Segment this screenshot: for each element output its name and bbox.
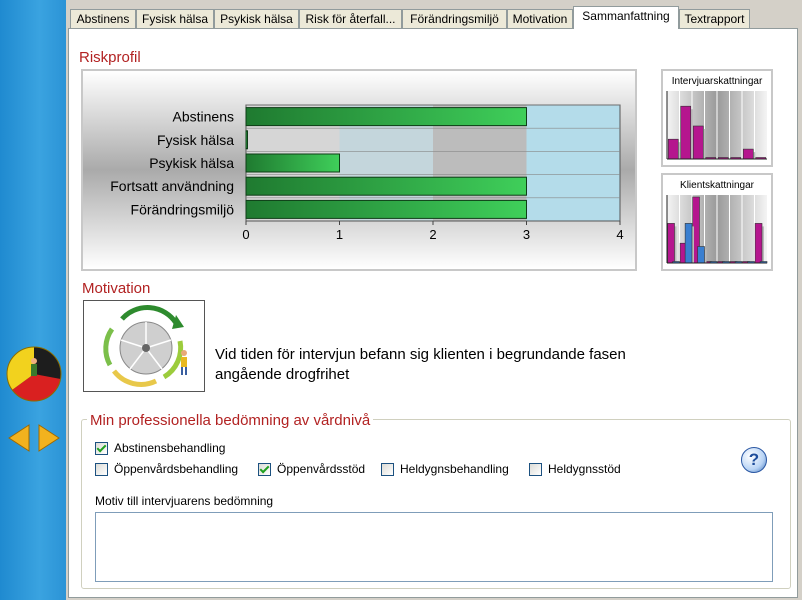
checkbox-oppenvardsbehandling[interactable]: Öppenvårdsbehandling [95,461,238,477]
mini-bar [680,105,692,160]
mini-bar [742,148,754,160]
motiv-label: Motiv till intervjuarens bedömning [95,494,274,508]
motiv-textarea[interactable] [95,512,773,582]
tick-label: 1 [336,227,343,242]
previous-arrow-icon[interactable] [8,424,30,452]
tick-label: 0 [242,227,249,242]
mini-bar [692,125,704,160]
mini-bar [754,223,763,264]
assessment-title: Min professionella bedömning av vårdnivå [87,412,374,429]
checkbox-box[interactable] [381,462,394,476]
intervjuar-chart-svg [666,91,767,160]
checkbox-abstinensbehandling[interactable]: Abstinensbehandling [95,440,225,456]
riskprofil-chart-svg: Abstinens Fysisk hälsa Psykisk hälsa Fortsa… [110,104,624,242]
tab-psykisk-halsa[interactable]: Psykisk hälsa [214,9,299,28]
help-icon[interactable]: ? [741,447,767,473]
checkbox-label: Heldygnsbehandling [400,462,509,476]
tab-motivation[interactable]: Motivation [507,9,573,28]
mini-bar [684,223,693,264]
intervjuar-chart: Intervjuarskattningar [661,69,773,167]
riskprofil-chart: Abstinens Fysisk hälsa Psykisk hälsa Fortsa… [81,69,637,271]
main-area: Abstinens Fysisk hälsa Psykisk hälsa Ris… [66,0,802,600]
motivation-text: Vid tiden för intervjun befann sig klien… [215,346,626,383]
checkbox-label: Heldygnsstöd [548,462,621,476]
bar [245,107,527,127]
category-label: Abstinens [173,109,234,125]
bar [245,176,527,196]
checkbox-heldygnsstod[interactable]: Heldygnsstöd [529,461,621,477]
mini-bar [667,138,679,160]
klient-chart: Klientskattningar [661,173,773,271]
checkbox-heldygnsbehandling[interactable]: Heldygnsbehandling [381,461,509,477]
category-label: Psykisk hälsa [149,155,234,171]
checkbox-oppenvardsstod[interactable]: Öppenvårdsstöd [258,461,365,477]
category-label: Fortsatt användning [110,178,234,194]
motivation-cycle-icon [83,300,205,392]
mini-bar [667,223,675,264]
category-label: Förändringsmiljö [131,201,235,217]
tab-forandringsmiljo[interactable]: Förändringsmiljö [402,9,507,28]
tab-sammanfattning[interactable]: Sammanfattning [573,6,679,29]
summary-panel: Riskprofil Abstinens Fysisk hälsa Psykisk … [68,28,798,598]
checkbox-label: Abstinensbehandling [114,441,226,455]
mini-bar [697,246,705,264]
bar [245,153,340,173]
next-arrow-icon[interactable] [38,424,60,452]
tab-risk-for-aterfall[interactable]: Risk för återfall... [299,9,402,28]
checkbox-box[interactable] [529,462,542,476]
bar [245,199,527,219]
plot-band [526,105,620,221]
tick-label: 2 [429,227,436,242]
checkbox-box[interactable] [95,441,108,455]
checkbox-label: Öppenvårdsstöd [277,462,366,476]
navigation-arrows [8,424,60,452]
tab-textrapport[interactable]: Textrapport [679,9,750,28]
left-sidebar [0,0,66,600]
klient-chart-svg [666,195,768,264]
checkbox-label: Öppenvårdsbehandling [114,462,239,476]
riskprofil-title: Riskprofil [79,49,141,66]
motivation-title: Motivation [82,280,151,297]
category-label: Fysisk hälsa [157,132,234,148]
checkbox-box[interactable] [258,462,271,476]
tick-label: 4 [616,227,623,242]
tab-abstinens[interactable]: Abstinens [70,9,136,28]
tick-label: 3 [523,227,530,242]
tab-fysisk-halsa[interactable]: Fysisk hälsa [136,9,214,28]
progress-pie-icon[interactable] [6,346,62,402]
bar [245,130,248,150]
checkbox-box[interactable] [95,462,108,476]
